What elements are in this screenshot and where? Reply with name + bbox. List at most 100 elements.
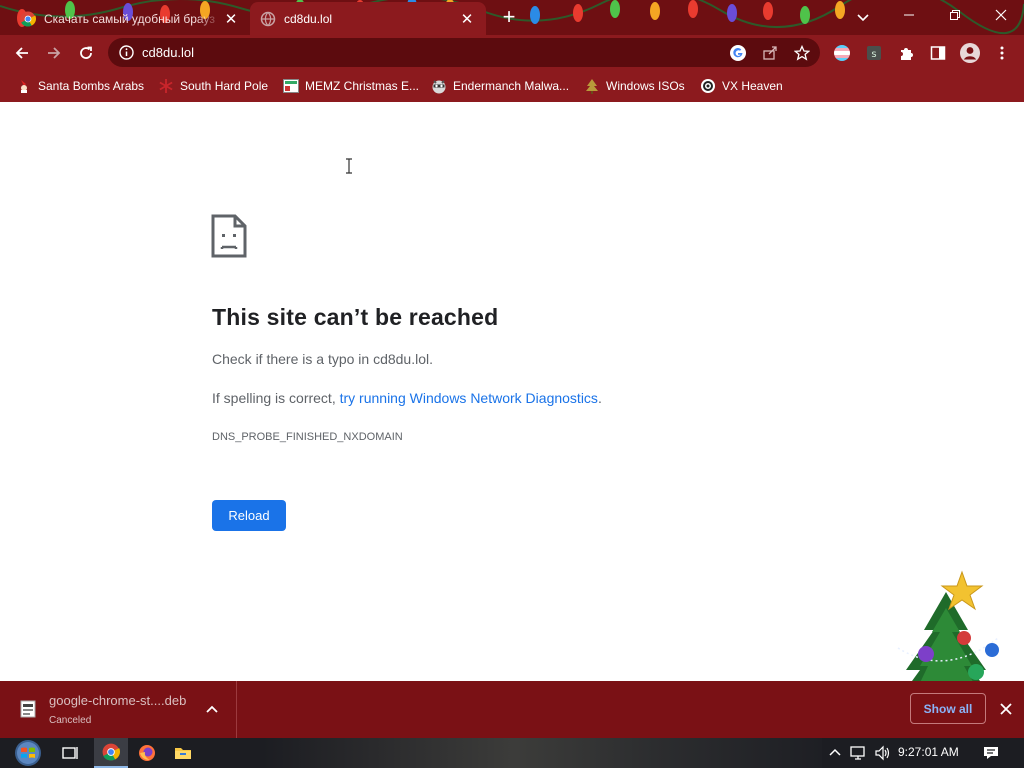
spelling-suffix: . (597, 390, 602, 406)
back-button[interactable] (8, 39, 36, 67)
task-view-button[interactable] (54, 738, 88, 768)
close-icon (1000, 703, 1012, 715)
task-view-icon (62, 747, 78, 759)
network-icon[interactable] (850, 744, 868, 762)
network-diagnostics-link[interactable]: try running Windows Network Diagnostics (340, 390, 598, 406)
browser-toolbar: cd8du.lol s (0, 35, 1024, 70)
firefox-taskbar-button[interactable] (130, 738, 164, 768)
bookmark-label: South Hard Pole (180, 79, 269, 93)
chrome-icon (102, 743, 120, 761)
vx-heaven-icon (700, 78, 716, 94)
info-icon[interactable] (118, 44, 135, 61)
forward-arrow-icon (48, 47, 61, 59)
download-status: Canceled (49, 715, 92, 726)
windows-start-icon (15, 740, 41, 766)
typo-hint: Check if there is a typo in cd8du.lol. (212, 351, 434, 367)
bookmark-star-icon[interactable] (792, 43, 812, 63)
menu-button[interactable] (988, 39, 1016, 67)
volume-icon[interactable] (874, 744, 892, 762)
download-shelf: google-chrome-st....deb Canceled Show al… (0, 681, 1024, 738)
show-all-button[interactable]: Show all (910, 693, 986, 724)
bookmark-label: VX Heaven (722, 79, 783, 93)
file-explorer-taskbar-button[interactable] (166, 738, 200, 768)
taskbar-background (262, 738, 822, 768)
forward-button[interactable] (40, 39, 68, 67)
reload-icon (80, 46, 92, 59)
start-button[interactable] (8, 738, 48, 768)
error-title: This site can’t be reached (212, 304, 499, 330)
bookmark-south-hard-pole[interactable]: South Hard Pole (158, 77, 268, 95)
close-window-button[interactable] (978, 0, 1024, 30)
tab-title: Скачать самый удобный брауз (44, 11, 215, 26)
svg-text:s: s (871, 49, 876, 60)
firefox-icon (139, 745, 155, 761)
bookmark-santa-bombs-arabs[interactable]: Santa Bombs Arabs (16, 77, 144, 95)
chrome-taskbar-button[interactable] (94, 738, 128, 768)
tab-strip: Скачать самый удобный брауз ✕ cd8du.lol … (0, 0, 1024, 35)
s-extension-icon: s (867, 46, 881, 60)
tray-overflow-chevron-icon[interactable] (826, 744, 844, 762)
download-item[interactable]: google-chrome-st....deb Canceled (0, 681, 237, 738)
back-arrow-icon (15, 47, 28, 59)
tab-close-icon[interactable]: ✕ (222, 10, 240, 28)
chrome-icon (20, 11, 36, 27)
christmas-tree-decoration (897, 570, 999, 681)
folder-icon (175, 748, 191, 759)
bookmark-label: Windows ISOs (606, 79, 685, 93)
kebab-menu-icon (1000, 46, 1004, 60)
spelling-hint: If spelling is correct, try running Wind… (212, 390, 602, 406)
restore-button[interactable] (932, 0, 978, 30)
tab-title: cd8du.lol (284, 11, 333, 26)
close-shelf-button[interactable] (996, 699, 1016, 719)
error-page: This site can’t be reached Check if ther… (0, 102, 1024, 681)
bookmark-windows-isos[interactable]: Windows ISOs (584, 77, 685, 95)
sad-page-icon (211, 214, 247, 258)
bookmark-memz-christmas[interactable]: MEMZ Christmas E... (283, 77, 419, 95)
bookmark-endermanch-malware[interactable]: Endermanch Malwa... (431, 77, 569, 95)
bookmarks-bar: Santa Bombs Arabs South Hard Pole MEMZ C… (0, 70, 1024, 102)
minimize-button[interactable] (886, 0, 932, 30)
google-lens-icon[interactable] (728, 43, 748, 63)
tree-icon (584, 78, 600, 94)
close-icon (995, 9, 1007, 21)
profile-button[interactable] (956, 39, 984, 67)
side-panel-icon (930, 46, 946, 60)
error-code: DNS_PROBE_FINISHED_NXDOMAIN (212, 431, 403, 443)
tab-close-icon[interactable]: ✕ (458, 10, 476, 28)
action-center-icon[interactable] (982, 744, 1000, 762)
reload-button[interactable]: Reload (212, 500, 286, 531)
chevron-down-icon[interactable] (852, 6, 874, 28)
minimize-icon (904, 14, 914, 16)
spelling-prefix: If spelling is correct, (212, 390, 340, 406)
side-panel-button[interactable] (924, 39, 952, 67)
text-cursor-icon (346, 158, 352, 174)
share-icon[interactable] (760, 43, 780, 63)
taskbar: 9:27:01 AM (0, 738, 1024, 768)
avatar-icon (960, 43, 980, 63)
new-tab-button[interactable]: + (498, 6, 520, 28)
santa-icon (16, 78, 32, 94)
trans-flag-icon (834, 45, 850, 61)
globe-icon (260, 11, 276, 26)
chevron-up-icon[interactable] (204, 701, 220, 717)
bookmark-label: Endermanch Malwa... (453, 79, 570, 93)
url-text[interactable]: cd8du.lol (142, 45, 194, 60)
clock[interactable]: 9:27:01 AM (898, 745, 959, 759)
restore-icon (950, 10, 960, 20)
extensions-button[interactable] (892, 39, 920, 67)
puzzle-icon (901, 48, 913, 60)
bookmark-label: MEMZ Christmas E... (305, 79, 420, 93)
bookmark-label: Santa Bombs Arabs (38, 79, 145, 93)
extension-s-button[interactable]: s (860, 39, 888, 67)
extension-flag-button[interactable] (828, 39, 856, 67)
address-bar[interactable]: cd8du.lol (108, 38, 820, 67)
tab-cd8du[interactable]: cd8du.lol ✕ (250, 2, 486, 35)
memz-icon (283, 78, 299, 94)
reload-toolbar-button[interactable] (72, 39, 100, 67)
bookmark-vx-heaven[interactable]: VX Heaven (700, 77, 783, 95)
tab-download-browser[interactable]: Скачать самый удобный брауз ✕ (10, 2, 250, 35)
file-icon (20, 700, 36, 718)
raccoon-icon (431, 78, 447, 94)
snowflake-icon (158, 78, 174, 94)
download-filename: google-chrome-st....deb (49, 693, 187, 708)
